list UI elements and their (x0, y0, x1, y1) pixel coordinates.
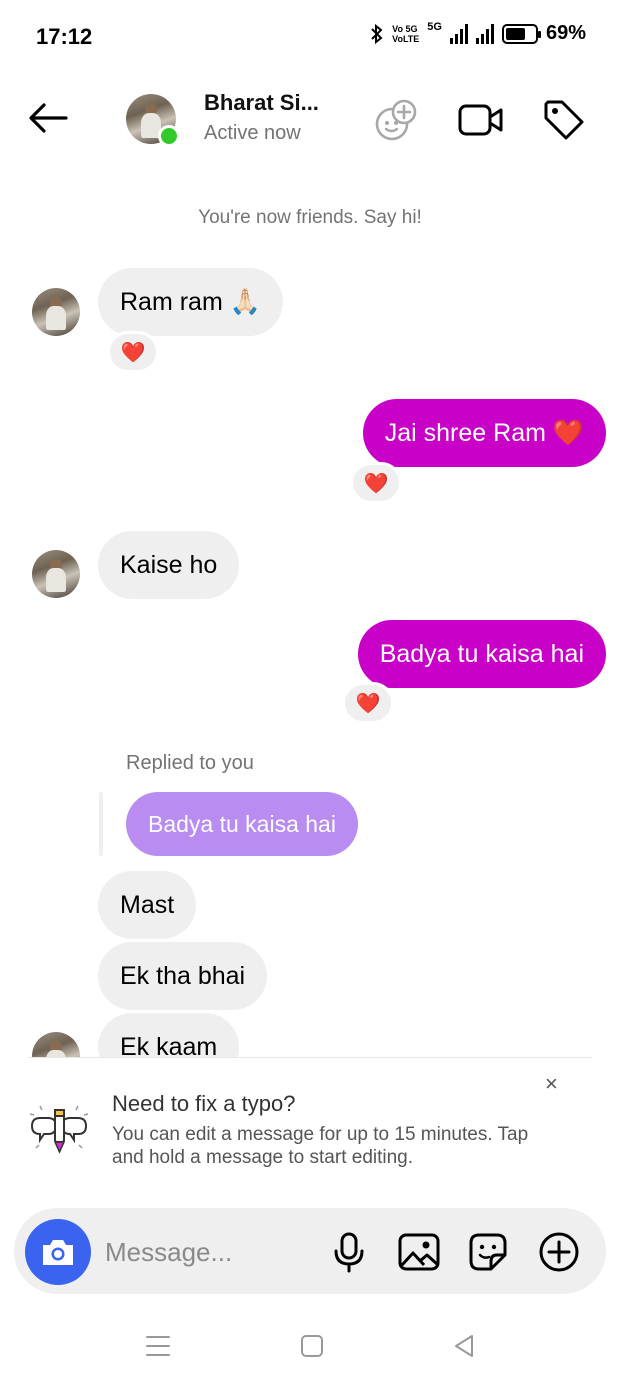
tip-title: Need to fix a typo? (112, 1091, 296, 1116)
contact-name[interactable]: Bharat Si... (204, 90, 319, 116)
gallery-icon[interactable] (396, 1229, 442, 1275)
volte-bottom-label: VoLTE (392, 33, 420, 44)
incoming-message[interactable]: Mast (98, 871, 197, 939)
quoted-message[interactable]: Badya tu kaisa hai (126, 792, 358, 856)
contact-active-status: Active now (204, 122, 301, 144)
online-status-dot (158, 125, 180, 147)
battery-percent: 69% (545, 22, 586, 44)
network-5g-label: 5G (427, 21, 442, 33)
plus-circle-icon[interactable] (536, 1229, 582, 1275)
outgoing-message[interactable]: Jai shree Ram ❤️ (362, 399, 606, 467)
home-icon[interactable] (296, 1330, 328, 1362)
heart-reaction[interactable]: ❤️ (107, 331, 159, 373)
heart-reaction[interactable]: ❤️ (350, 462, 402, 504)
tip-divider (28, 1057, 592, 1058)
add-people-icon[interactable] (372, 96, 420, 144)
camera-icon (43, 1240, 73, 1265)
camera-button[interactable] (25, 1219, 91, 1285)
status-icons: Vo 5G VoLTE 5G 69% (370, 22, 586, 45)
outgoing-message[interactable]: Badya tu kaisa hai (357, 620, 606, 688)
signal-icon-1 (449, 23, 468, 44)
incoming-message[interactable]: Ek tha bhai (98, 942, 268, 1010)
recent-apps-icon[interactable] (142, 1330, 174, 1362)
tip-text: You can edit a message for up to 15 minu… (112, 1124, 529, 1168)
friends-notice: You're now friends. Say hi! (198, 207, 422, 228)
sender-avatar[interactable] (32, 550, 80, 598)
reply-quote-bar (99, 792, 103, 856)
close-icon[interactable]: × (545, 1071, 558, 1097)
tag-icon[interactable] (540, 96, 588, 144)
video-call-icon[interactable] (456, 96, 504, 144)
sender-avatar[interactable] (32, 288, 80, 336)
sticker-icon[interactable] (465, 1229, 511, 1275)
incoming-message[interactable]: Ram ram 🙏🏻 (98, 268, 283, 336)
microphone-icon[interactable] (326, 1229, 372, 1275)
heart-reaction[interactable]: ❤️ (342, 682, 394, 724)
signal-icon-2 (475, 23, 494, 44)
status-time: 17:12 (36, 24, 93, 49)
battery-icon (501, 23, 541, 44)
message-input[interactable] (105, 1232, 315, 1272)
edit-pencil-illustration-icon (29, 1105, 89, 1154)
back-arrow-icon[interactable] (26, 98, 70, 138)
volte-top-label: Vo 5G (392, 23, 418, 34)
battery-fill (505, 27, 526, 40)
system-back-icon[interactable] (448, 1330, 480, 1362)
volte-indicator: Vo 5G VoLTE (392, 24, 419, 44)
incoming-message[interactable]: Kaise ho (98, 531, 240, 599)
replied-to-you-label: Replied to you (126, 752, 254, 774)
bluetooth-icon (371, 23, 383, 44)
